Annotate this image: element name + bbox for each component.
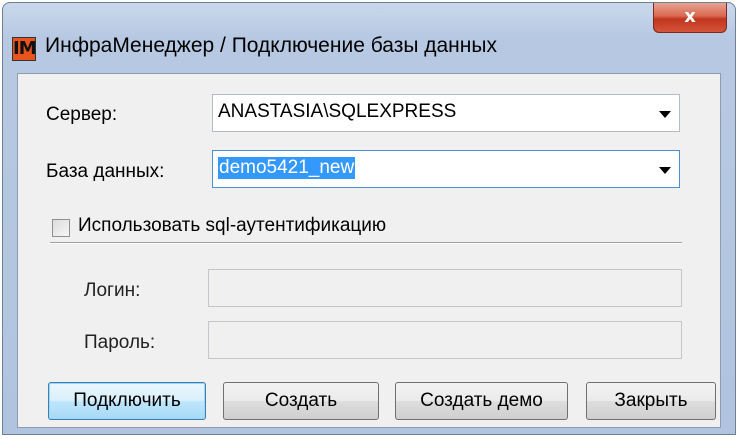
password-label: Пароль: (84, 332, 156, 353)
database-label: База данных: (46, 161, 165, 182)
connect-button[interactable]: Подключить (48, 382, 206, 420)
sql-auth-label[interactable]: Использовать sql-аутентификацию (78, 215, 386, 237)
chevron-down-icon[interactable] (659, 167, 671, 174)
close-button[interactable]: Закрыть (586, 382, 716, 420)
close-window-button[interactable]: x (653, 3, 727, 33)
dialog-body: Сервер: ANASTASIA\SQLEXPRESS База данных… (17, 73, 721, 428)
title-bar[interactable]: IM ИнфраМенеджер / Подключение базы данн… (3, 3, 735, 73)
database-value: demo5421_new (218, 157, 356, 179)
server-value: ANASTASIA\SQLEXPRESS (218, 101, 457, 122)
separator (50, 242, 682, 244)
database-combobox[interactable]: demo5421_new (212, 150, 680, 188)
close-icon: x (684, 6, 696, 27)
login-field[interactable] (208, 269, 682, 307)
sql-auth-checkbox[interactable] (52, 219, 70, 237)
chevron-down-icon[interactable] (659, 111, 671, 118)
password-field[interactable] (208, 321, 682, 359)
window-title: ИнфраМенеджер / Подключение базы данных (45, 34, 497, 57)
server-label: Сервер: (46, 104, 118, 125)
server-combobox[interactable]: ANASTASIA\SQLEXPRESS (212, 94, 680, 132)
create-demo-button[interactable]: Создать демо (395, 382, 568, 420)
login-label: Логин: (84, 280, 141, 301)
app-logo-icon: IM (12, 37, 37, 61)
create-button[interactable]: Создать (223, 382, 379, 420)
dialog-window: IM ИнфраМенеджер / Подключение базы данн… (2, 2, 736, 435)
